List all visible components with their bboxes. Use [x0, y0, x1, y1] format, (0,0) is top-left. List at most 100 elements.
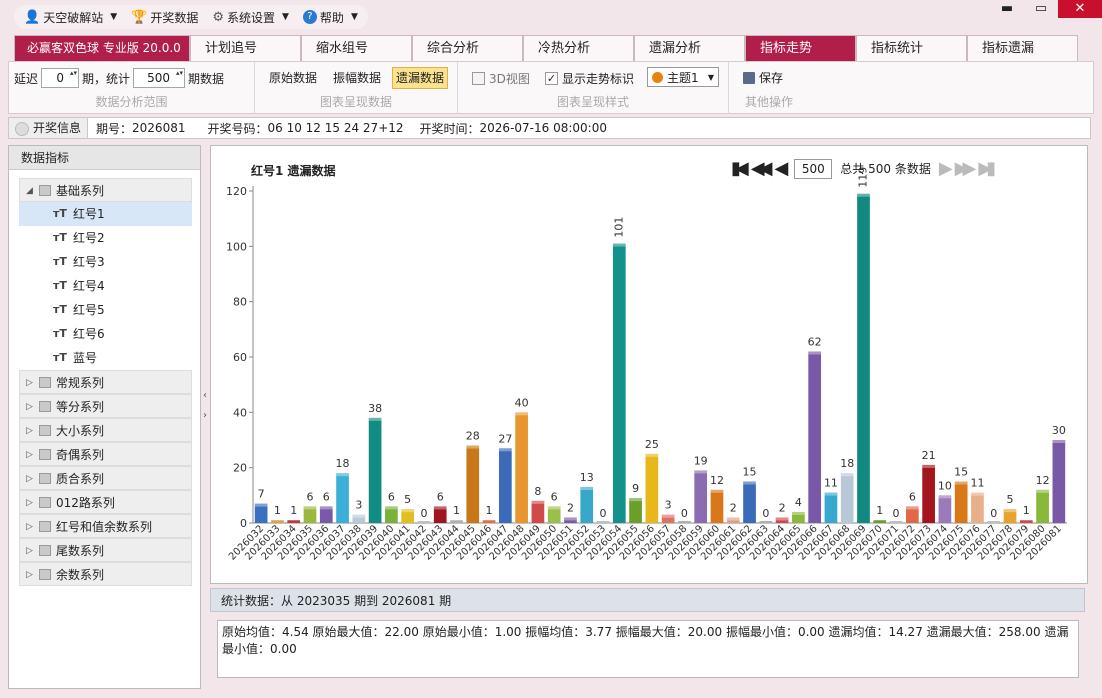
tree-item-label: 红号2: [73, 231, 105, 245]
tab-indicator-trend[interactable]: 指标走势: [745, 35, 856, 61]
folder-icon: [39, 473, 51, 484]
theme-select[interactable]: 主题1 ▼: [647, 67, 719, 87]
chevron-down-icon: ▼: [350, 12, 358, 22]
data-label: 7: [258, 488, 265, 501]
menu-user[interactable]: 👤 天空破解站 ▼: [24, 9, 117, 26]
window-controls: ▬ ▭ ✕: [990, 0, 1102, 18]
data-label: 4: [795, 496, 802, 509]
bar: [612, 243, 626, 524]
bar: [922, 464, 935, 523]
tab-hotcold[interactable]: 冷热分析: [523, 35, 634, 61]
raw-data-button[interactable]: 原始数据: [265, 67, 321, 89]
tree-group[interactable]: ▷ 常规系列: [19, 370, 192, 394]
minimize-button[interactable]: ▬: [990, 0, 1024, 18]
tree-group[interactable]: ▷ 等分系列: [19, 394, 192, 418]
bar-highlight: [905, 506, 919, 510]
tab-shrink[interactable]: 缩水组号: [301, 35, 412, 61]
bar-highlight: [710, 489, 724, 493]
data-label: 2: [730, 501, 737, 514]
collapsed-arrow-icon[interactable]: ▷: [26, 395, 33, 419]
folder-icon: [39, 425, 51, 436]
expanded-arrow-icon[interactable]: ◢: [26, 179, 33, 203]
bar-highlight: [336, 473, 349, 477]
collapsed-arrow-icon[interactable]: ▷: [26, 539, 33, 563]
data-label: 12: [710, 474, 724, 487]
data-label: 28: [466, 430, 480, 443]
bar-highlight: [433, 506, 447, 510]
maximize-button[interactable]: ▭: [1024, 0, 1058, 18]
brand-tab: 必赢客双色球 专业版 20.0.0: [14, 35, 190, 61]
collapsed-arrow-icon[interactable]: ▷: [26, 419, 33, 443]
menu-help[interactable]: ? 帮助 ▼: [302, 9, 358, 26]
menu-settings[interactable]: ⚙ 系统设置 ▼: [212, 9, 289, 26]
tree-item[interactable]: ᴛT 蓝号: [19, 346, 192, 370]
tree-group[interactable]: ▷ 012路系列: [19, 490, 192, 514]
tree-group[interactable]: ▷ 红号和值余数系列: [19, 514, 192, 538]
data-label: 6: [909, 490, 916, 503]
bar-highlight: [352, 514, 366, 518]
data-label: 18: [336, 457, 350, 470]
bar: [954, 481, 968, 523]
period-value: 2026081: [132, 121, 186, 135]
collapsed-arrow-icon[interactable]: ▷: [26, 467, 33, 491]
tab-miss[interactable]: 遗漏分析: [634, 35, 745, 61]
bar-highlight: [661, 514, 675, 518]
miss-data-button[interactable]: 遗漏数据: [392, 67, 449, 89]
checkbox-3d[interactable]: 3D视图: [472, 70, 530, 87]
tree-group[interactable]: ▷ 大小系列: [19, 418, 192, 442]
tree-group[interactable]: ◢ 基础系列: [19, 178, 192, 202]
close-button[interactable]: ✕: [1058, 0, 1102, 18]
collapsed-arrow-icon[interactable]: ▷: [26, 443, 33, 467]
bar: [336, 473, 349, 523]
tree-item[interactable]: ᴛT 红号2: [19, 226, 192, 250]
tree-group[interactable]: ▷ 余数系列: [19, 562, 192, 586]
save-button[interactable]: 保存: [743, 69, 783, 86]
data-label: 6: [306, 490, 313, 503]
collapsed-arrow-icon[interactable]: ▷: [26, 491, 33, 515]
y-tick-label: 120: [226, 185, 247, 198]
collapsed-arrow-icon[interactable]: ▷: [26, 515, 33, 539]
bar-highlight: [938, 495, 952, 499]
folder-icon: [39, 497, 51, 508]
data-label: 62: [808, 335, 822, 348]
folder-icon: [39, 545, 51, 556]
menu-help-label: 帮助: [319, 10, 344, 25]
bar: [1019, 520, 1033, 523]
checkbox-trend[interactable]: ✓ 显示走势标识: [545, 70, 634, 87]
tab-plan[interactable]: 计划追号: [190, 35, 301, 61]
palette-icon: [652, 71, 663, 83]
y-tick-label: 60: [233, 351, 247, 364]
collapsed-arrow-icon[interactable]: ▷: [26, 371, 33, 395]
count-input[interactable]: 500: [133, 68, 186, 88]
tree-item[interactable]: ᴛT 红号3: [19, 250, 192, 274]
delay-label: 延迟: [14, 71, 39, 86]
y-tick-label: 20: [233, 462, 247, 475]
tree-group[interactable]: ▷ 尾数系列: [19, 538, 192, 562]
tab-indicator-miss[interactable]: 指标遗漏: [967, 35, 1078, 61]
tab-overall[interactable]: 综合分析: [412, 35, 523, 61]
tree-item[interactable]: ᴛT 红号5: [19, 298, 192, 322]
bar-highlight: [857, 193, 870, 197]
delay-input[interactable]: 0: [41, 68, 80, 88]
data-label: 3: [665, 499, 672, 512]
menu-draw-data[interactable]: 🏆 开奖数据: [131, 9, 198, 26]
tree-item[interactable]: ᴛT 红号6: [19, 322, 192, 346]
bar-highlight: [922, 464, 935, 468]
amplitude-data-button[interactable]: 振幅数据: [329, 67, 385, 89]
tree-group-label: 奇偶系列: [56, 448, 105, 462]
folder-icon: [39, 401, 51, 412]
bar-highlight: [564, 517, 577, 521]
numbers-value: 06 10 12 15 24 27+12: [267, 121, 404, 135]
indicator-panel-header: 数据指标: [9, 146, 200, 170]
checkbox-3d-label: 3D视图: [489, 72, 530, 86]
tree-group[interactable]: ▷ 质合系列: [19, 466, 192, 490]
range-group: 延迟 0 期，统计 500 期数据 数据分析范围: [9, 62, 255, 114]
bar-chart: 0204060801001207202603212026033120260346…: [226, 167, 1067, 563]
tree-item[interactable]: ᴛT 红号4: [19, 274, 192, 298]
tab-indicator-stats[interactable]: 指标统计: [856, 35, 967, 61]
tree-item[interactable]: ᴛT 红号1: [19, 202, 192, 226]
splitter[interactable]: ‹ ›: [201, 386, 209, 446]
collapsed-arrow-icon[interactable]: ▷: [26, 563, 33, 587]
draw-info-tag[interactable]: 开奖信息: [9, 118, 89, 138]
tree-group[interactable]: ▷ 奇偶系列: [19, 442, 192, 466]
